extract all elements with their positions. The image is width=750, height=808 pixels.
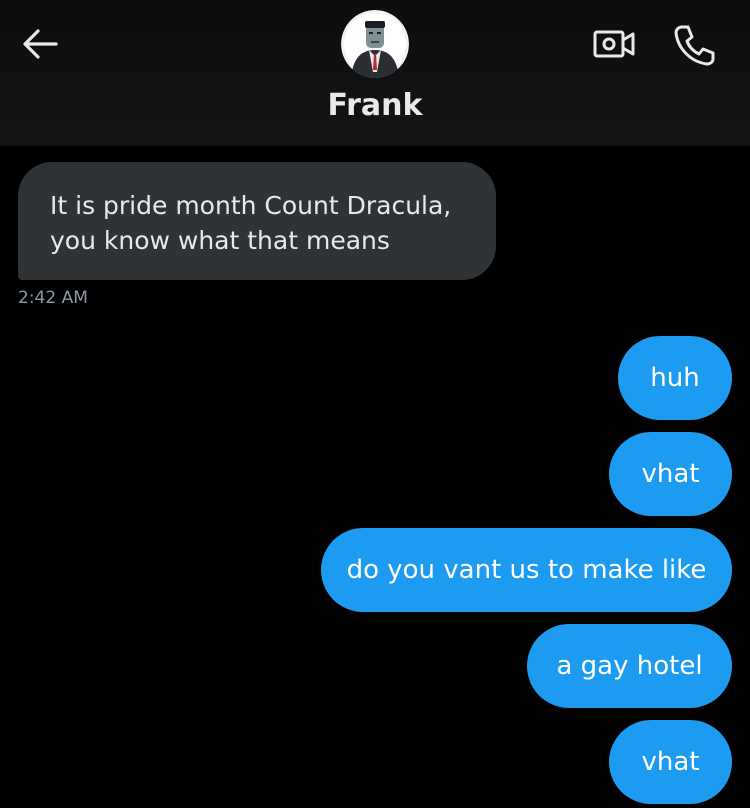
avatar-image [341, 10, 409, 78]
avatar[interactable] [341, 10, 409, 78]
message-timestamp: 2:42 AM [18, 288, 88, 308]
outgoing-message-text: a gay hotel [556, 651, 703, 681]
outgoing-message-text: do you vant us to make like [346, 555, 707, 585]
outgoing-message-text: vhat [641, 747, 700, 777]
message-thread[interactable]: It is pride month Count Dracula, you kno… [0, 146, 750, 808]
chat-header: Frank [0, 0, 750, 146]
voice-call-button[interactable] [668, 18, 720, 70]
incoming-message[interactable]: It is pride month Count Dracula, you kno… [18, 162, 496, 280]
outgoing-message[interactable]: vhat [609, 432, 732, 516]
outgoing-message-text: vhat [641, 459, 700, 489]
arrow-left-icon [23, 29, 58, 59]
contact-name: Frank [327, 88, 423, 123]
outgoing-message-text: huh [650, 363, 700, 393]
phone-icon [674, 25, 715, 66]
back-button[interactable] [18, 22, 62, 66]
outgoing-message[interactable]: vhat [609, 720, 732, 804]
outgoing-message[interactable]: do you vant us to make like [321, 528, 732, 612]
incoming-message-line: you know what that means [50, 226, 390, 255]
outgoing-message[interactable]: a gay hotel [527, 624, 732, 708]
outgoing-message[interactable]: huh [618, 336, 732, 420]
incoming-message-line: It is pride month Count Dracula, [50, 191, 452, 220]
video-call-button[interactable] [588, 20, 640, 68]
video-camera-icon [593, 30, 635, 58]
